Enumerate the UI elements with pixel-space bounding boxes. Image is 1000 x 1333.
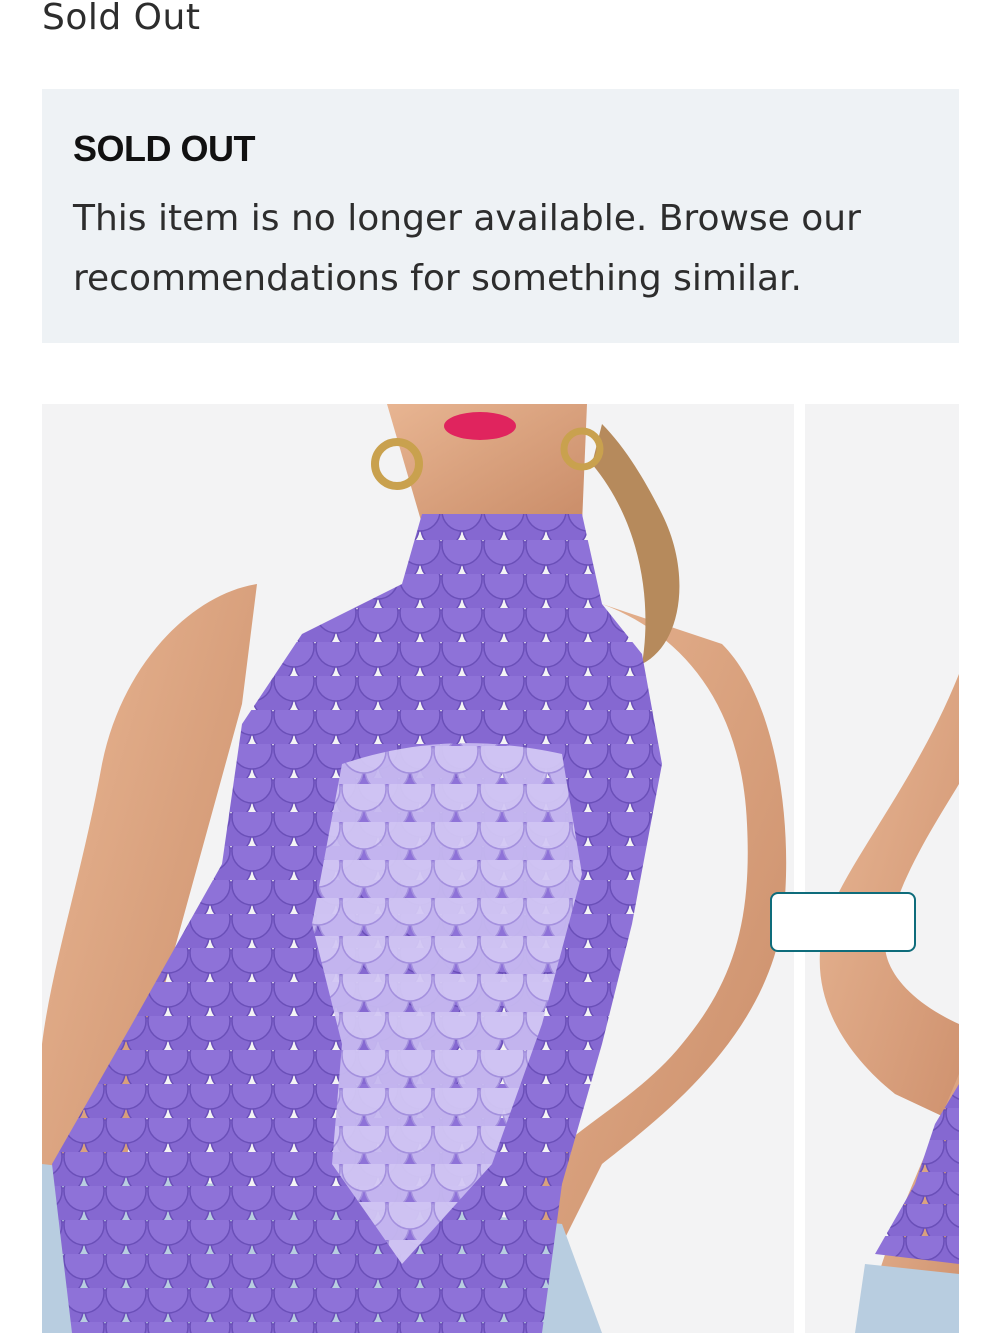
- sold-out-status: Sold Out: [42, 0, 201, 38]
- product-image-gallery[interactable]: [42, 404, 959, 1333]
- product-image-front[interactable]: [42, 404, 794, 1333]
- sold-out-notice: SOLD OUT This item is no longer availabl…: [42, 89, 959, 343]
- notice-title: SOLD OUT: [73, 128, 256, 169]
- product-image-side[interactable]: [805, 404, 959, 1333]
- notice-message: This item is no longer available. Browse…: [73, 198, 861, 299]
- gallery-next-button[interactable]: [770, 892, 916, 952]
